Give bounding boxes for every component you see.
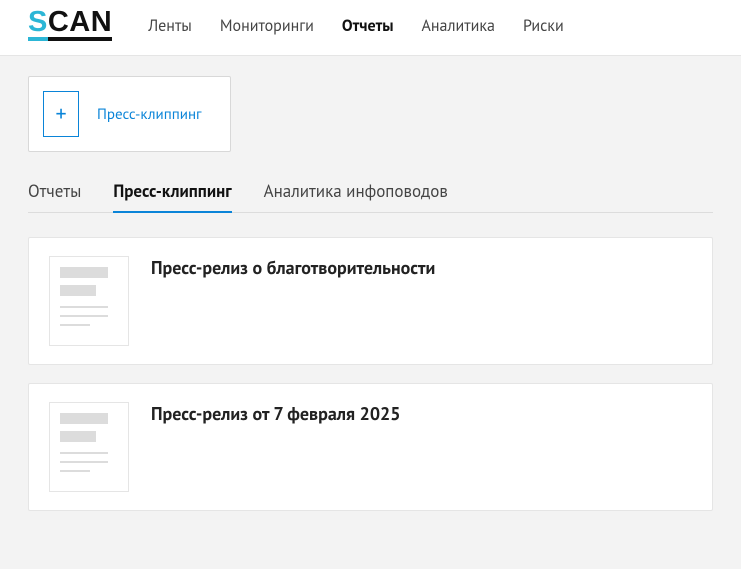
nav-item-feeds[interactable]: Ленты xyxy=(148,16,192,36)
sub-tabs: Отчеты Пресс-клиппинг Аналитика инфопово… xyxy=(28,174,713,213)
logo-s: S xyxy=(28,8,48,41)
create-press-clipping-button[interactable]: + Пресс-клиппинг xyxy=(28,76,231,152)
main-nav: Ленты Мониторинги Отчеты Аналитика Риски xyxy=(148,16,564,36)
tab-infopovody-analytics[interactable]: Аналитика инфоповодов xyxy=(264,174,448,212)
plus-document-icon: + xyxy=(43,91,79,137)
document-icon xyxy=(49,402,129,492)
nav-item-monitorings[interactable]: Мониторинги xyxy=(220,16,314,36)
document-icon xyxy=(49,256,129,346)
create-label: Пресс-клиппинг xyxy=(97,105,202,124)
nav-item-reports[interactable]: Отчеты xyxy=(342,16,394,36)
tab-press-clipping[interactable]: Пресс-клиппинг xyxy=(113,174,231,212)
content-area: + Пресс-клиппинг Отчеты Пресс-клиппинг А… xyxy=(0,56,741,569)
logo-can: CAN xyxy=(48,8,112,41)
press-release-card[interactable]: Пресс-релиз от 7 февраля 2025 xyxy=(28,383,713,511)
logo[interactable]: SCAN xyxy=(28,8,112,43)
press-release-card[interactable]: Пресс-релиз о благотворительности xyxy=(28,237,713,365)
card-title: Пресс-релиз от 7 февраля 2025 xyxy=(151,402,400,492)
nav-item-analytics[interactable]: Аналитика xyxy=(422,16,495,36)
nav-item-risks[interactable]: Риски xyxy=(523,16,564,36)
card-title: Пресс-релиз о благотворительности xyxy=(151,256,435,346)
header: SCAN Ленты Мониторинги Отчеты Аналитика … xyxy=(0,0,741,56)
tab-reports[interactable]: Отчеты xyxy=(28,174,81,212)
